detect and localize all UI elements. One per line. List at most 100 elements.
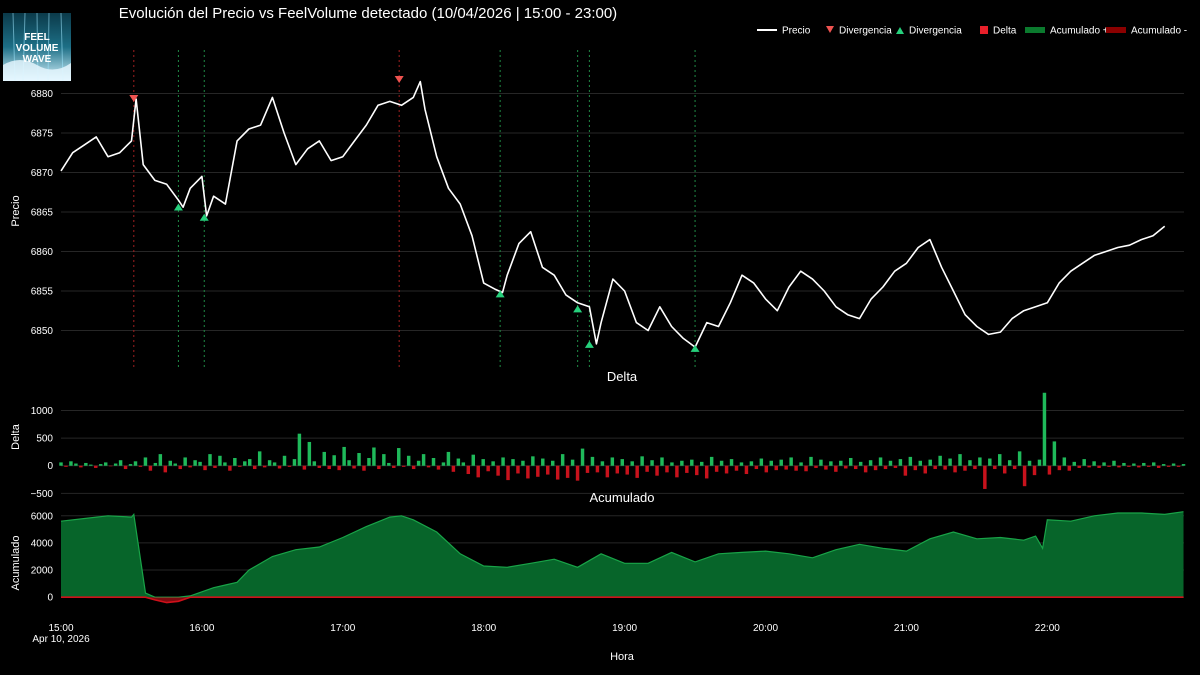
delta-bar <box>819 459 823 466</box>
y-axis-label-acumulado: Acumulado <box>10 535 22 590</box>
delta-bar <box>1027 460 1032 466</box>
delta-bar <box>347 460 351 466</box>
delta-bar <box>546 465 550 475</box>
delta-bar <box>1112 460 1116 466</box>
delta-bar <box>456 458 461 466</box>
delta-bar <box>426 465 431 468</box>
x-tick-label: 21:00 <box>894 623 919 634</box>
delta-bar <box>317 465 322 468</box>
delta-bar <box>570 459 575 466</box>
delta-bar <box>372 447 376 466</box>
delta-bar <box>824 465 828 470</box>
delta-bar <box>173 463 177 466</box>
y-axis-label-delta: Delta <box>10 423 22 450</box>
delta-bar <box>257 451 262 466</box>
delta-bar <box>511 459 515 466</box>
delta-bar <box>585 465 590 473</box>
delta-bar <box>243 461 247 466</box>
delta-bar <box>1152 462 1156 466</box>
delta-bar <box>1107 465 1111 467</box>
delta-bar <box>913 465 918 471</box>
delta-bar <box>466 465 471 475</box>
delta-bar <box>983 465 987 489</box>
legend-label: Divergencia <box>909 26 962 37</box>
delta-bar <box>397 448 401 466</box>
x-tick-label: 20:00 <box>753 623 778 634</box>
price-line <box>60 80 1166 348</box>
acumulado-panel <box>60 511 1184 604</box>
delta-bar <box>501 457 505 466</box>
delta-bar <box>1022 465 1027 487</box>
delta-bar <box>580 448 585 466</box>
delta-bar <box>948 458 952 466</box>
delta-bar <box>958 454 962 466</box>
delta-bar <box>148 465 153 471</box>
delta-bar <box>680 460 684 466</box>
delta-bar <box>64 465 68 467</box>
delta-bar <box>759 458 764 466</box>
x-tick-label: 19:00 <box>612 623 637 634</box>
delta-bar <box>724 465 729 474</box>
delta-bar <box>94 465 98 468</box>
delta-bar <box>600 461 605 466</box>
delta-bar <box>675 465 679 478</box>
delta-bar <box>158 454 163 466</box>
chart-canvas: Evolución del Precio vs FeelVolume detec… <box>10 5 1187 663</box>
delta-bar <box>605 465 610 478</box>
delta-bar <box>1147 465 1151 467</box>
delta-bar <box>898 459 903 466</box>
legend-item: Acumulado - <box>1106 26 1187 37</box>
delta-bar <box>302 465 307 470</box>
divergence-bullish-marker <box>690 344 700 352</box>
delta-bar <box>1067 465 1072 471</box>
delta-bar <box>516 465 520 474</box>
delta-bar <box>118 460 123 466</box>
y-tick-label: 6880 <box>31 89 54 100</box>
delta-bar <box>416 460 421 466</box>
x-tick-label: 15:00 <box>48 623 73 634</box>
y-tick-label: 6875 <box>31 128 54 139</box>
delta-bar <box>893 465 898 468</box>
delta-bar <box>998 454 1002 466</box>
delta-bar <box>421 454 426 466</box>
delta-bar <box>858 461 863 466</box>
y-tick-label: 6000 <box>31 511 54 522</box>
y-tick-label: 0 <box>47 593 53 604</box>
delta-bar <box>431 457 436 466</box>
delta-bar <box>645 465 649 472</box>
delta-bar <box>262 465 267 468</box>
delta-bar <box>312 461 317 466</box>
delta-bar <box>814 465 818 468</box>
delta-bar <box>387 462 391 466</box>
delta-bar <box>968 460 972 466</box>
delta-bar <box>973 465 977 470</box>
delta-bar <box>357 453 361 466</box>
delta-bar <box>59 462 63 466</box>
delta-bar <box>595 465 600 473</box>
delta-bar <box>630 461 634 466</box>
delta-bar <box>923 465 927 474</box>
delta-bar <box>362 465 366 471</box>
delta-bar <box>908 456 913 466</box>
delta-bar <box>1161 464 1166 466</box>
delta-bar <box>252 465 257 470</box>
x-tick-label: 22:00 <box>1035 623 1060 634</box>
delta-bar <box>690 459 694 466</box>
delta-bar <box>555 465 560 480</box>
delta-bar <box>322 451 326 466</box>
delta-bar <box>1127 465 1131 467</box>
legend-label: Acumulado + <box>1050 26 1109 37</box>
delta-bar <box>1092 461 1096 466</box>
delta-bar <box>476 465 480 478</box>
delta-bar <box>168 460 172 466</box>
delta-bar <box>704 465 709 479</box>
legend-label: Delta <box>993 26 1017 37</box>
legend-item: Divergencia <box>826 26 892 37</box>
delta-bar <box>401 465 406 467</box>
delta-bar <box>829 461 833 466</box>
delta-bar <box>953 465 957 473</box>
x-tick-label: 18:00 <box>471 623 496 634</box>
delta-bar <box>233 457 237 466</box>
delta-bar <box>799 462 803 466</box>
delta-bar <box>849 457 853 466</box>
